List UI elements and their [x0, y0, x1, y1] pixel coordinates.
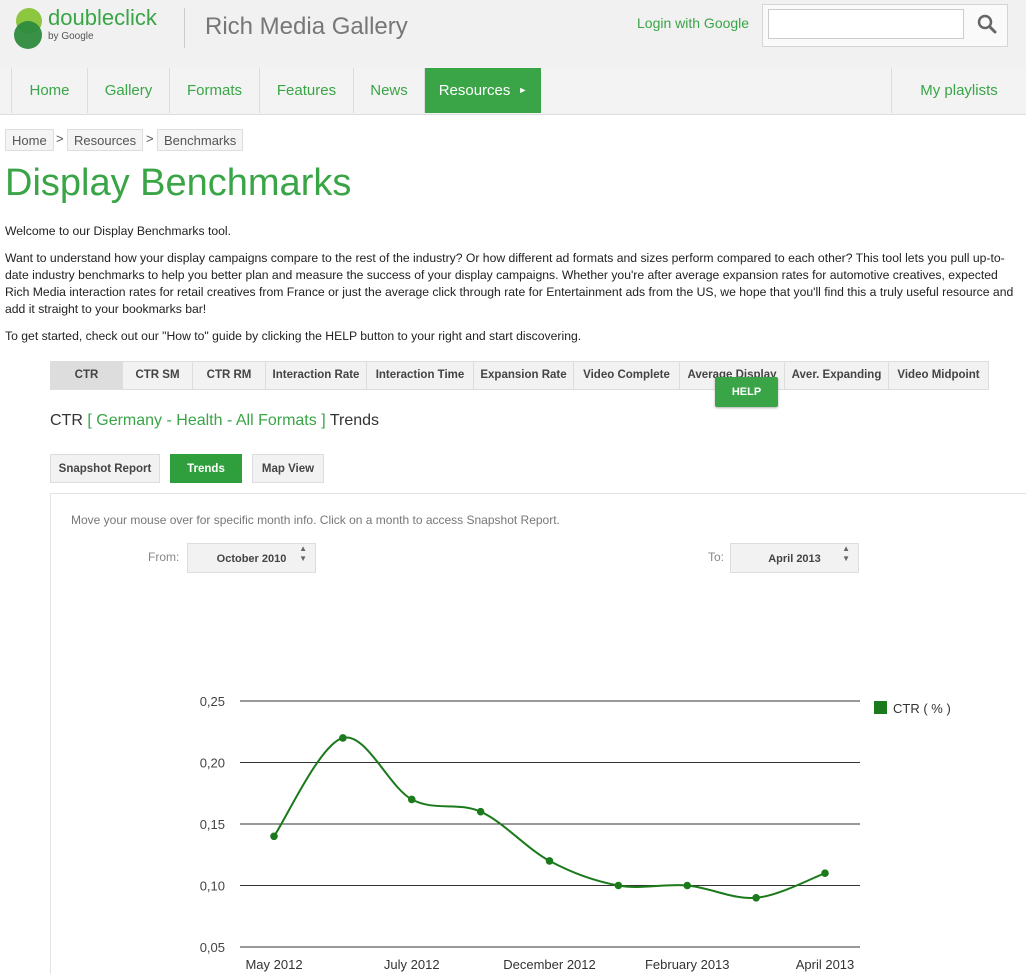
map-view-button[interactable]: Map View — [252, 454, 324, 483]
to-select-value: April 2013 — [768, 553, 821, 565]
tab-ctr-rm[interactable]: CTR RM — [193, 362, 266, 389]
from-select[interactable]: October 2010 ▲ ▼ — [187, 543, 316, 573]
tab-ctr[interactable]: CTR — [51, 362, 123, 389]
from-select-value: October 2010 — [216, 553, 287, 565]
header-divider — [184, 8, 185, 48]
tab-expansion-rate[interactable]: Expansion Rate — [474, 362, 574, 389]
help-button[interactable]: HELP — [715, 377, 778, 407]
main-nav: Home Gallery Formats Features News Resou… — [0, 67, 1026, 115]
nav-gallery[interactable]: Gallery — [87, 68, 169, 113]
nav-resources-label: Resources — [438, 82, 511, 99]
from-label: From: — [148, 550, 180, 564]
subtitle-metric: CTR — [50, 412, 83, 429]
site-title[interactable]: Rich Media Gallery — [205, 13, 408, 41]
nav-news[interactable]: News — [353, 68, 425, 113]
to-select[interactable]: April 2013 ▲ ▼ — [730, 543, 859, 573]
search-button[interactable] — [971, 9, 1003, 39]
chart-hint: Move your mouse over for specific month … — [71, 513, 560, 527]
nav-features[interactable]: Features — [259, 68, 353, 113]
brand-sub: by Google — [48, 31, 94, 42]
intro-welcome: Welcome to our Display Benchmarks tool. — [5, 224, 232, 238]
site-header: doubleclick by Google Rich Media Gallery… — [0, 0, 1026, 68]
tab-aver-expanding[interactable]: Aver. Expanding — [785, 362, 889, 389]
intro-get-started: To get started, check out our "How to" g… — [5, 329, 582, 343]
intro-description: Want to understand how your display camp… — [5, 251, 1014, 316]
nav-resources[interactable]: Resources ► — [425, 68, 541, 113]
subtitle-bracket-close: ] — [321, 412, 326, 429]
search-box — [762, 4, 1008, 47]
brand-name[interactable]: doubleclick — [48, 5, 157, 31]
breadcrumb-separator: > — [56, 131, 64, 146]
caret-right-icon: ► — [518, 85, 528, 95]
snapshot-report-button[interactable]: Snapshot Report — [50, 454, 160, 483]
search-input[interactable] — [768, 9, 964, 39]
breadcrumb-home[interactable]: Home — [5, 129, 54, 151]
breadcrumb-separator: > — [146, 131, 154, 146]
tab-video-complete[interactable]: Video Complete — [574, 362, 680, 389]
login-link[interactable]: Login with Google — [637, 15, 749, 31]
nav-home[interactable]: Home — [11, 68, 87, 113]
doubleclick-logo-icon[interactable] — [14, 7, 44, 49]
tab-video-midpoint[interactable]: Video Midpoint — [889, 362, 988, 389]
page-title: Display Benchmarks — [5, 162, 352, 204]
report-subtitle: CTR [ Germany - Health - All Formats ] T… — [50, 412, 379, 430]
tab-interaction-rate[interactable]: Interaction Rate — [266, 362, 367, 389]
nav-my-playlists[interactable]: My playlists — [891, 68, 1026, 113]
select-arrows-icon: ▲ ▼ — [299, 544, 307, 563]
tab-interaction-time[interactable]: Interaction Time — [367, 362, 474, 389]
breadcrumb-resources[interactable]: Resources — [67, 129, 144, 151]
subtitle-filter-link[interactable]: Germany - Health - All Formats — [96, 412, 317, 429]
subtitle-view: Trends — [329, 412, 380, 429]
trends-button[interactable]: Trends — [170, 454, 242, 483]
subtitle-bracket-open: [ — [87, 412, 92, 429]
nav-formats[interactable]: Formats — [169, 68, 259, 113]
to-label: To: — [708, 550, 725, 564]
search-icon — [977, 14, 997, 34]
breadcrumb-benchmarks: Benchmarks — [157, 129, 244, 151]
select-arrows-icon: ▲ ▼ — [842, 544, 850, 563]
tab-ctr-sm[interactable]: CTR SM — [123, 362, 193, 389]
metric-tabs: CTR CTR SM CTR RM Interaction Rate Inter… — [50, 361, 989, 390]
